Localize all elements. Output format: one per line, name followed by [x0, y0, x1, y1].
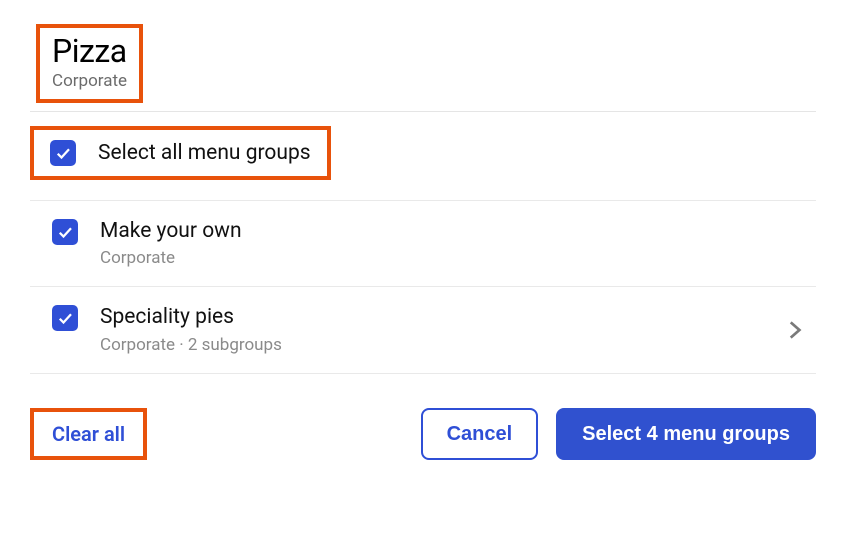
menu-group-list: Make your own Corporate Speciality pies …: [30, 200, 816, 373]
expand-chevron[interactable]: [776, 317, 812, 343]
clear-all-button[interactable]: Clear all: [52, 422, 125, 446]
clear-all-highlight-box: Clear all: [30, 408, 147, 460]
select-all-label: Select all menu groups: [98, 141, 311, 165]
item-checkbox[interactable]: [52, 219, 78, 245]
list-item[interactable]: Speciality pies Corporate · 2 subgroups: [30, 286, 816, 373]
item-title: Speciality pies: [100, 305, 754, 330]
page-subtitle: Corporate: [52, 71, 127, 91]
item-text: Make your own Corporate: [100, 219, 812, 268]
chevron-right-icon: [781, 317, 807, 343]
select-all-highlight-box: Select all menu groups: [30, 126, 331, 180]
item-title: Make your own: [100, 219, 812, 244]
checkmark-icon: [56, 223, 74, 241]
checkmark-icon: [54, 144, 72, 162]
item-checkbox[interactable]: [52, 305, 78, 331]
footer-actions: Clear all Cancel Select 4 menu groups: [0, 374, 846, 460]
select-button[interactable]: Select 4 menu groups: [556, 408, 816, 460]
item-text: Speciality pies Corporate · 2 subgroups: [100, 305, 754, 354]
item-subtitle: Corporate: [100, 248, 812, 268]
cancel-button[interactable]: Cancel: [421, 408, 539, 460]
select-all-checkbox[interactable]: [50, 140, 76, 166]
header-highlight-box: Pizza Corporate: [36, 24, 143, 103]
item-subtitle: Corporate · 2 subgroups: [100, 335, 754, 355]
checkmark-icon: [56, 309, 74, 327]
list-item[interactable]: Make your own Corporate: [30, 200, 816, 286]
page-title: Pizza: [52, 34, 127, 69]
